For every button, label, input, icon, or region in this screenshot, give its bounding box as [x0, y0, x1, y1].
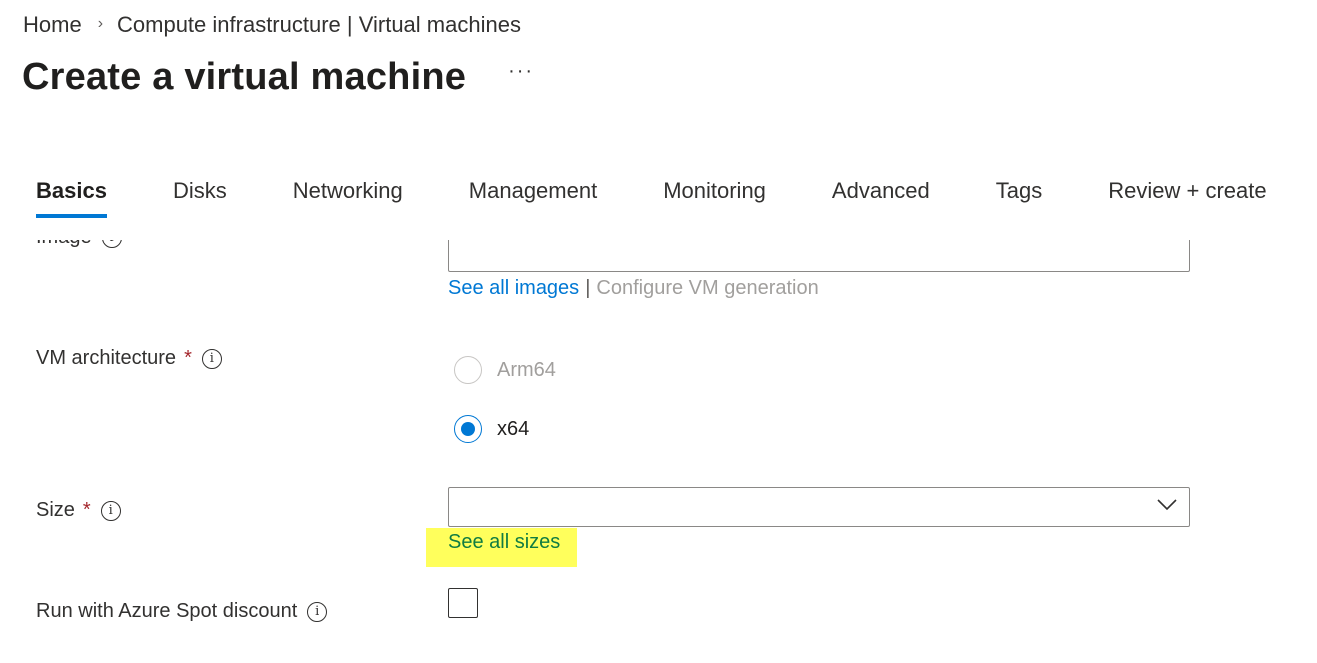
tab-basics[interactable]: Basics: [36, 178, 107, 218]
link-separator: |: [585, 277, 591, 299]
info-icon[interactable]: i: [101, 240, 122, 248]
tab-disks[interactable]: Disks: [173, 178, 227, 218]
info-icon[interactable]: i: [307, 601, 328, 622]
radio-option-arm64[interactable]: Arm64: [454, 356, 556, 384]
see-all-sizes-link[interactable]: See all sizes: [448, 531, 560, 554]
chevron-right-icon: ›: [97, 15, 104, 32]
image-label: Image i: [36, 240, 122, 249]
radio-label-arm64: Arm64: [497, 358, 556, 381]
see-all-images-link[interactable]: See all images: [448, 277, 579, 299]
spot-discount-checkbox[interactable]: [448, 588, 478, 618]
breadcrumb-virtual-machines[interactable]: Compute infrastructure | Virtual machine…: [117, 12, 521, 38]
radio-selected-dot: [461, 422, 475, 436]
image-label-text: Image: [36, 240, 92, 249]
tab-tags[interactable]: Tags: [996, 178, 1042, 218]
radio-button-arm64[interactable]: [454, 356, 482, 384]
tab-bar: Basics Disks Networking Management Monit…: [36, 178, 1267, 218]
required-mark: *: [82, 499, 91, 521]
more-options-button[interactable]: ···: [508, 60, 534, 83]
spot-discount-label-text: Run with Azure Spot discount: [36, 600, 298, 622]
breadcrumb-home[interactable]: Home: [23, 12, 82, 38]
chevron-down-icon: [1157, 499, 1177, 511]
page-title: Create a virtual machine: [22, 56, 467, 98]
configure-vm-generation-link: Configure VM generation: [596, 277, 819, 299]
create-vm-page: Home › Compute infrastructure | Virtual …: [0, 0, 1317, 663]
title-row: Create a virtual machine ···: [22, 56, 534, 99]
radio-label-x64: x64: [497, 417, 530, 440]
size-dropdown[interactable]: [448, 487, 1190, 527]
tab-advanced[interactable]: Advanced: [832, 178, 930, 218]
vm-architecture-label-text: VM architecture: [36, 347, 177, 369]
tab-management[interactable]: Management: [469, 178, 597, 218]
image-links: See all images | Configure VM generation: [448, 277, 819, 300]
spot-discount-label: Run with Azure Spot discount i: [36, 600, 328, 623]
size-label-text: Size: [36, 499, 75, 521]
info-icon[interactable]: i: [201, 348, 222, 369]
radio-option-x64[interactable]: x64: [454, 415, 529, 443]
required-mark: *: [184, 347, 192, 369]
tab-review-create[interactable]: Review + create: [1108, 178, 1266, 218]
info-icon[interactable]: i: [100, 500, 121, 521]
vm-architecture-label: VM architecture * i: [36, 347, 222, 370]
basics-form: Image i See all images |Configure VM gene…: [0, 240, 1317, 663]
size-label: Size * i: [36, 499, 121, 522]
radio-button-x64[interactable]: [454, 415, 482, 443]
tab-monitoring[interactable]: Monitoring: [663, 178, 766, 218]
image-select[interactable]: [448, 240, 1190, 272]
tab-networking[interactable]: Networking: [293, 178, 403, 218]
breadcrumb: Home › Compute infrastructure | Virtual …: [23, 12, 521, 38]
